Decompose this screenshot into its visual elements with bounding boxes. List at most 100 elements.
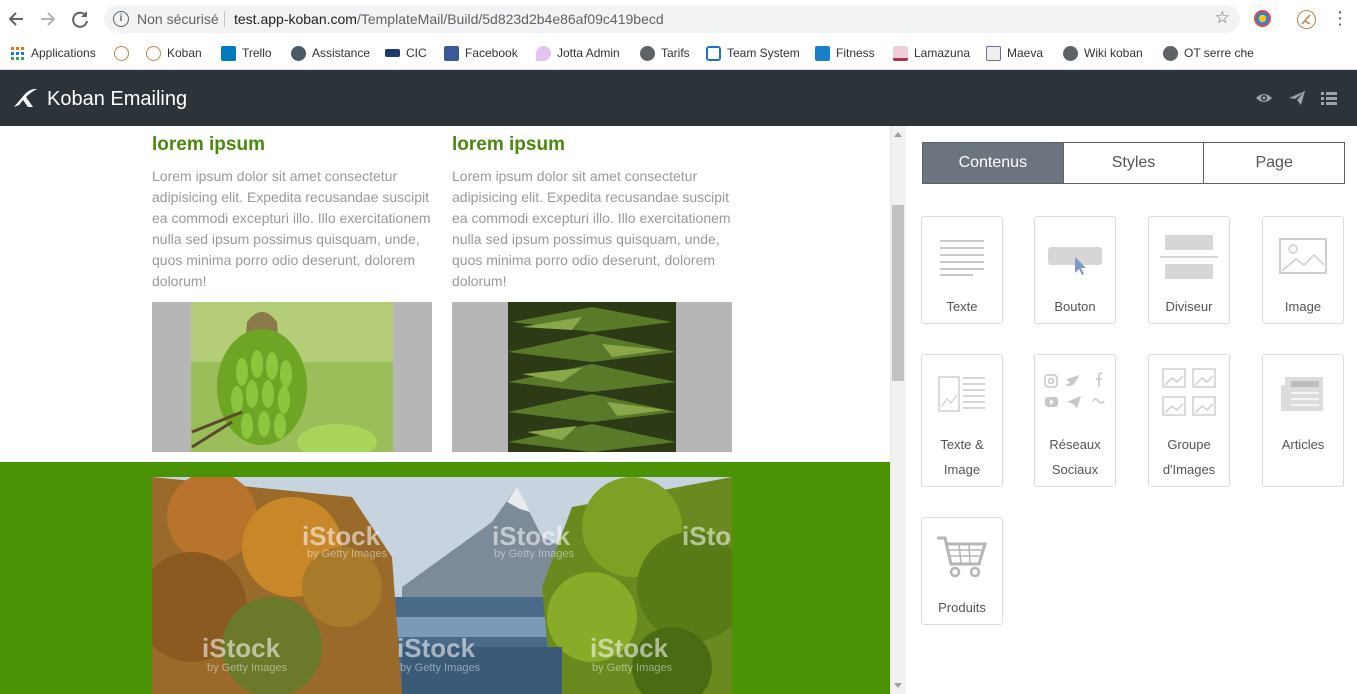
bookmark-tarifs[interactable]: Tarifs xyxy=(640,44,690,62)
banner-image[interactable]: iStock iStock iStock iStock iStock iStoc… xyxy=(137,472,761,694)
koban-logo-icon xyxy=(14,88,37,107)
svg-text:iStock: iStock xyxy=(590,633,669,663)
app-header: Koban Emailing xyxy=(0,70,1357,126)
block-label-line2: d'Images xyxy=(1162,462,1216,477)
bookmark-koban[interactable]: Koban xyxy=(146,44,202,62)
bookmark-lamazuna[interactable]: Lamazuna xyxy=(893,44,970,62)
text-image-block-icon xyxy=(938,376,985,412)
svg-text:iStock: iStock xyxy=(202,633,281,663)
block-diviseur[interactable]: Diviseur xyxy=(1148,216,1230,324)
forward-icon[interactable] xyxy=(37,8,59,30)
url-text[interactable]: test.app-koban.com/TemplateMail/Build/5d… xyxy=(234,11,664,27)
block-label-line2: Sociaux xyxy=(1051,462,1099,477)
svg-text:by Getty Images: by Getty Images xyxy=(207,662,288,674)
tab-page[interactable]: Page xyxy=(1204,143,1344,183)
bookmark-facebook[interactable]: Facebook xyxy=(444,44,518,62)
block-texte[interactable]: Texte xyxy=(921,216,1003,324)
social-block-icon xyxy=(1044,372,1105,408)
menu-icon[interactable]: ⋮ xyxy=(1331,8,1349,30)
block-image[interactable]: Image xyxy=(1262,216,1344,324)
block-label: Produits xyxy=(938,600,986,615)
block-reseaux-sociaux[interactable]: Réseaux Sociaux xyxy=(1034,354,1116,487)
maeva-icon xyxy=(986,45,1001,61)
blocks-panel: Contenus Styles Page Texte Bouton Divise… xyxy=(906,126,1357,694)
svg-text:by Getty Images: by Getty Images xyxy=(307,548,388,560)
lamazuna-icon xyxy=(893,45,908,61)
info-icon[interactable]: i xyxy=(113,11,129,27)
block-label: Texte xyxy=(946,299,978,314)
address-bar[interactable]: i Non sécurisé test.app-koban.com/Templa… xyxy=(104,5,1240,33)
block-articles[interactable]: Articles xyxy=(1262,354,1344,487)
bookmark-jotta-admin[interactable]: Jotta Admin xyxy=(536,44,620,62)
bookmark-label: CIC xyxy=(406,46,427,60)
bookmark-team-system[interactable]: Team System xyxy=(706,44,800,62)
app-title: Koban Emailing xyxy=(47,88,188,110)
block-label: Image xyxy=(1284,299,1322,314)
block-texte-image[interactable]: Texte & Image xyxy=(921,354,1003,487)
svg-text:by Getty Images: by Getty Images xyxy=(400,662,481,674)
svg-text:iStock: iStock xyxy=(492,521,571,551)
back-icon[interactable] xyxy=(5,8,27,30)
team-system-icon xyxy=(706,45,721,61)
bookmark-trello[interactable]: Trello xyxy=(221,44,272,62)
globe-icon xyxy=(640,45,655,61)
bookmark-koban-logo[interactable] xyxy=(114,44,135,62)
bookmark-maeva[interactable]: Maeva xyxy=(986,44,1043,62)
block-label: Groupe xyxy=(1167,437,1211,452)
globe-icon xyxy=(1063,45,1078,61)
bookmarks-bar: Applications Koban Trello Assistance CIC… xyxy=(0,38,1357,70)
email-canvas[interactable]: lorem ipsum Lorem ipsum dolor sit amet c… xyxy=(0,126,890,694)
koban-icon xyxy=(146,45,161,61)
globe-icon xyxy=(1163,45,1178,61)
cart-block-icon xyxy=(937,536,988,578)
tab-styles[interactable]: Styles xyxy=(1064,143,1205,183)
extension-icon[interactable] xyxy=(1254,10,1271,27)
bookmark-cic[interactable]: CIC xyxy=(385,44,427,62)
koban-extension-icon[interactable] xyxy=(1297,10,1316,29)
star-icon[interactable]: ☆ xyxy=(1215,8,1230,28)
block-produits[interactable]: Produits xyxy=(921,517,1003,625)
facebook-icon xyxy=(444,45,459,61)
bookmark-label: Assistance xyxy=(312,46,371,60)
divider-block-icon xyxy=(1160,235,1218,279)
column-text: Lorem ipsum dolor sit amet consectetur a… xyxy=(152,168,431,289)
svg-text:by Getty Images: by Getty Images xyxy=(592,662,673,674)
reload-icon[interactable] xyxy=(69,8,91,30)
koban-icon xyxy=(114,45,129,61)
column-heading: lorem ipsum xyxy=(452,134,565,155)
image-block-icon xyxy=(1279,238,1327,274)
send-icon[interactable] xyxy=(1288,90,1306,106)
bookmark-label: Facebook xyxy=(465,46,518,60)
panel-tabs: Contenus Styles Page xyxy=(922,142,1345,184)
bookmark-label: Wiki koban xyxy=(1084,46,1143,60)
bookmark-applications[interactable]: Applications xyxy=(10,44,96,62)
block-groupe-images[interactable]: Groupe d'Images xyxy=(1148,354,1230,487)
fitness-icon xyxy=(815,45,830,61)
image-group-block-icon xyxy=(1162,368,1216,416)
scroll-up-arrow-icon[interactable] xyxy=(894,132,902,137)
bookmark-ot-serre-che[interactable]: OT serre che xyxy=(1163,44,1254,62)
block-label: Bouton xyxy=(1054,299,1096,314)
block-label-line2: Image xyxy=(943,462,981,477)
list-menu-icon[interactable] xyxy=(1320,90,1338,106)
security-status[interactable]: Non sécurisé xyxy=(137,11,219,27)
block-label: Diviseur xyxy=(1165,299,1213,314)
column-text: Lorem ipsum dolor sit amet consectetur a… xyxy=(452,168,731,289)
block-bouton[interactable]: Bouton xyxy=(1034,216,1116,324)
image-container[interactable] xyxy=(452,302,732,452)
autumn-lake-photo: iStock iStock iStock iStock iStock iStoc… xyxy=(137,472,761,694)
tab-contenus[interactable]: Contenus xyxy=(923,143,1064,183)
preview-eye-icon[interactable] xyxy=(1255,90,1273,106)
scrollbar-thumb[interactable] xyxy=(892,205,904,381)
bookmark-wiki-koban[interactable]: Wiki koban xyxy=(1063,44,1143,62)
column-heading: lorem ipsum xyxy=(152,134,265,155)
bookmark-label: Maeva xyxy=(1007,46,1044,60)
scroll-down-arrow-icon[interactable] xyxy=(894,683,902,688)
fir-tree-photo xyxy=(508,302,676,452)
image-container[interactable] xyxy=(152,302,432,460)
omnibox-separator xyxy=(224,11,225,27)
apps-grid-icon xyxy=(10,46,25,61)
bookmark-assistance[interactable]: Assistance xyxy=(291,44,370,62)
bookmark-label: Fitness xyxy=(836,46,875,60)
bookmark-fitness[interactable]: Fitness xyxy=(815,44,875,62)
